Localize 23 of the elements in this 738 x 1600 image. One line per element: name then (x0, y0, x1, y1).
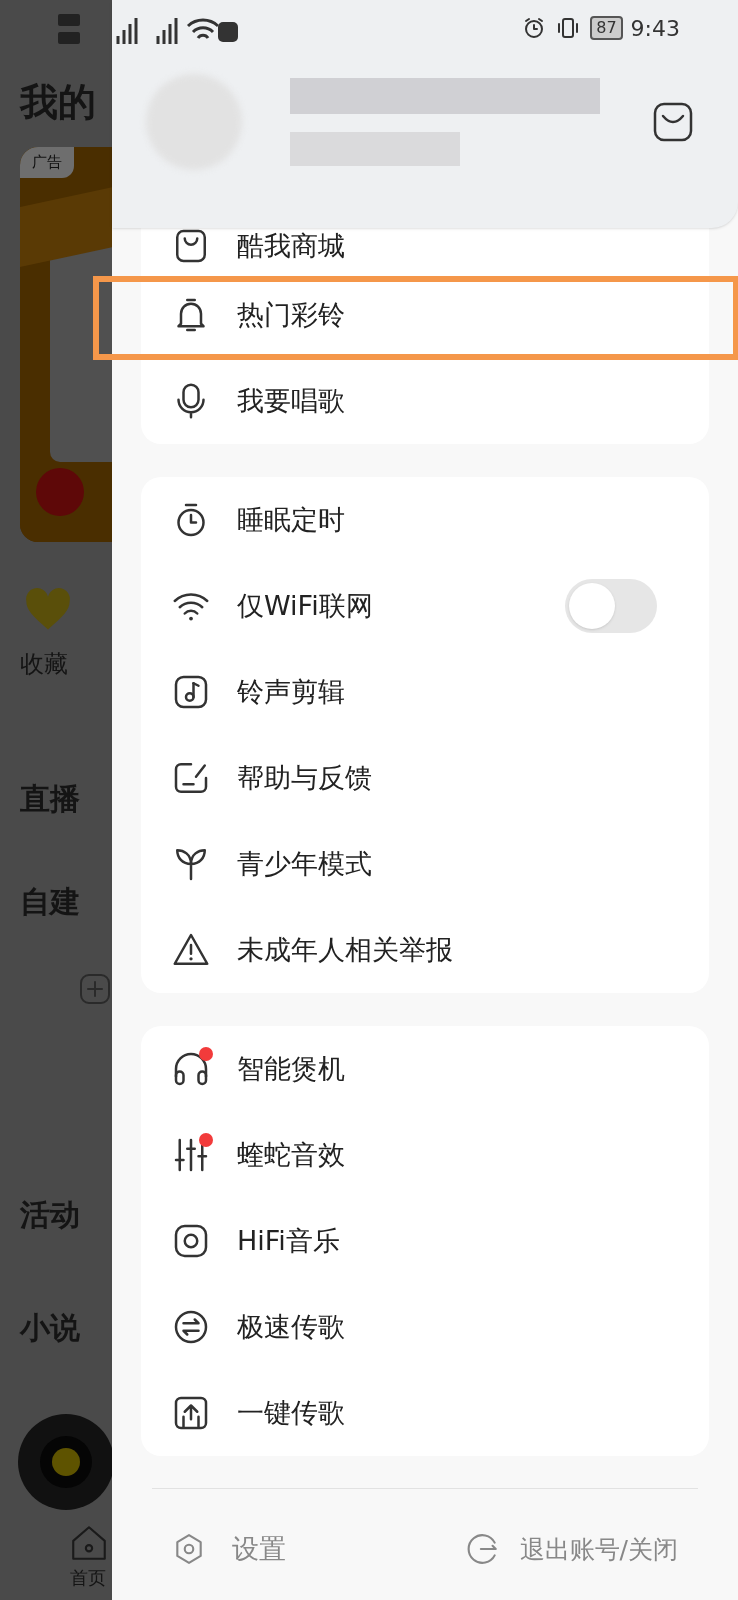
add-icon (80, 974, 110, 1004)
menu-item[interactable]: 铃声剪辑 (237, 671, 345, 713)
logout-icon[interactable] (465, 1532, 500, 1567)
menu-item[interactable]: 极速传歌 (237, 1306, 345, 1348)
disc-player-icon (16, 1412, 112, 1512)
menu-item[interactable]: 青少年模式 (237, 843, 372, 885)
menu-item[interactable]: 我要唱歌 (237, 380, 345, 422)
menu-item[interactable]: 酷我商城 (237, 225, 345, 267)
toggle-switch[interactable] (565, 579, 657, 633)
menu-item[interactable]: 仅WiFi联网 (237, 585, 373, 627)
menu-item[interactable]: 未成年人相关举报 (237, 929, 453, 971)
menu-item[interactable]: 蝰蛇音效 (237, 1134, 345, 1176)
menu-item[interactable]: 智能煲机 (237, 1048, 345, 1090)
battery-indicator: 87 (590, 16, 623, 40)
menu-item[interactable]: 帮助与反馈 (237, 757, 372, 799)
menu-item[interactable]: 热门彩铃 (237, 294, 345, 336)
clock: 9:43 (630, 14, 680, 43)
mail-icon[interactable] (652, 102, 694, 142)
menu-item[interactable]: 睡眠定时 (237, 499, 345, 541)
vibrate-icon (556, 16, 581, 40)
ad-tag: 广告 (20, 147, 74, 178)
menu-item[interactable]: 一键传歌 (237, 1392, 345, 1434)
menu-item[interactable]: HiFi音乐 (237, 1220, 340, 1262)
